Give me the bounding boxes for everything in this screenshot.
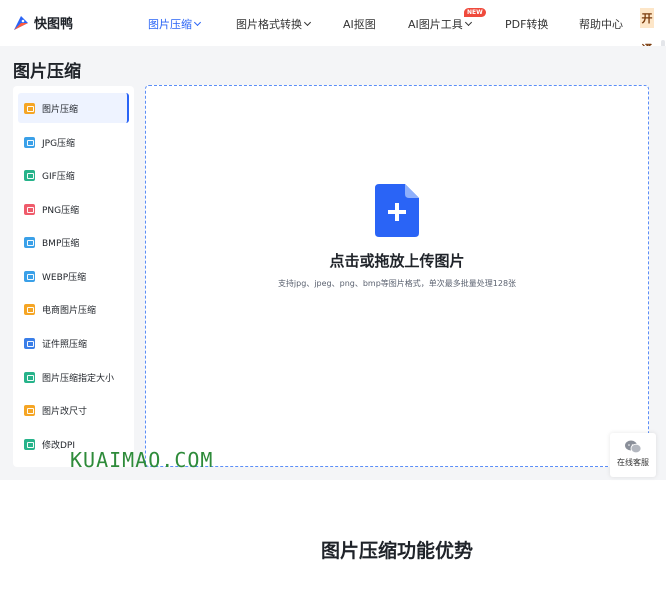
nav-format-convert[interactable]: 图片格式转换 xyxy=(236,16,312,32)
nav-ai-tools[interactable]: AI图片工具 xyxy=(408,16,472,32)
sidebar-item-label: GIF压缩 xyxy=(42,171,75,182)
upload-hint: 支持jpg、jpeg、png、bmp等图片格式，单次最多批量处理128张 xyxy=(277,279,517,288)
upload-dropzone[interactable] xyxy=(145,85,649,467)
sidebar-item-label: 图片压缩指定大小 xyxy=(42,373,115,384)
image-icon xyxy=(24,371,35,383)
sidebar-item-label: WEBP压缩 xyxy=(42,272,87,283)
sidebar-item-label: BMP压缩 xyxy=(42,238,80,249)
nav-label: 图片格式转换 xyxy=(236,18,302,31)
chevron-down-icon xyxy=(303,18,312,27)
section-title: 图片压缩功能优势 xyxy=(320,540,473,562)
nav-image-compress[interactable]: 图片压缩 xyxy=(148,16,202,32)
top-header: 快图鸭 图片压缩 图片格式转换 AI抠图 AI图片工具 NEW PDF转换 帮助… xyxy=(0,0,666,46)
nav-pdf-convert[interactable]: PDF转换 xyxy=(505,16,548,32)
new-badge: NEW xyxy=(464,8,486,17)
sidebar-item-png[interactable]: PNG压缩 xyxy=(18,194,129,224)
sidebar-item-label: 证件照压缩 xyxy=(42,339,88,350)
upload-title: 点击或拖放上传图片 xyxy=(329,252,465,270)
monitor-icon xyxy=(24,438,35,450)
image-icon xyxy=(24,203,35,215)
chevron-down-icon xyxy=(193,18,202,27)
id-card-icon xyxy=(24,337,35,349)
sidebar-item-label: 图片压缩 xyxy=(42,104,79,115)
nav-label: AI图片工具 xyxy=(408,18,463,31)
sidebar-item-ecommerce[interactable]: 电商图片压缩 xyxy=(18,294,129,324)
image-icon xyxy=(24,169,35,181)
image-icon xyxy=(24,136,35,148)
chat-icon xyxy=(625,440,641,454)
sidebar-item-image-compress[interactable]: 图片压缩 xyxy=(18,93,129,123)
online-service-label: 在线客服 xyxy=(617,458,649,467)
sidebar: 图片压缩 JPG压缩 GIF压缩 PNG压缩 BMP压缩 WEBP压缩 电商图片… xyxy=(13,86,134,467)
logo-text: 快图鸭 xyxy=(34,17,74,32)
nav-label: PDF转换 xyxy=(505,18,549,31)
vip-char: 开 xyxy=(640,8,654,28)
logo[interactable]: 快图鸭 xyxy=(12,13,73,32)
sidebar-item-label: PNG压缩 xyxy=(42,205,80,216)
watermark-text: KUAIMAO.COM xyxy=(70,448,214,472)
sidebar-item-id-photo[interactable]: 证件照压缩 xyxy=(18,328,129,358)
nav-ai-cutout[interactable]: AI抠图 xyxy=(343,16,376,32)
sidebar-item-label: 图片改尺寸 xyxy=(42,406,88,417)
sidebar-item-jpg[interactable]: JPG压缩 xyxy=(18,127,129,157)
crop-icon xyxy=(24,404,35,416)
nav-help-center[interactable]: 帮助中心 xyxy=(579,16,623,32)
online-service-button[interactable]: 在线客服 xyxy=(610,433,656,477)
image-icon xyxy=(24,270,35,282)
sidebar-item-webp[interactable]: WEBP压缩 xyxy=(18,261,129,291)
sidebar-item-label: 电商图片压缩 xyxy=(42,305,97,316)
sidebar-item-bmp[interactable]: BMP压缩 xyxy=(18,227,129,257)
image-icon xyxy=(24,102,35,114)
nav-label: 图片压缩 xyxy=(148,18,192,31)
sidebar-item-gif[interactable]: GIF压缩 xyxy=(18,160,129,190)
chevron-down-icon xyxy=(464,18,472,27)
page-title: 图片压缩 xyxy=(13,62,81,82)
sidebar-item-resize[interactable]: 图片改尺寸 xyxy=(18,395,129,425)
sidebar-item-label: JPG压缩 xyxy=(42,138,76,149)
image-icon xyxy=(24,303,35,315)
duck-logo-icon xyxy=(14,15,28,30)
nav-label: 帮助中心 xyxy=(579,18,623,31)
image-icon xyxy=(24,236,35,248)
add-file-icon[interactable] xyxy=(375,184,419,237)
sidebar-item-target-size[interactable]: 图片压缩指定大小 xyxy=(18,362,129,392)
nav-label: AI抠图 xyxy=(343,18,376,31)
